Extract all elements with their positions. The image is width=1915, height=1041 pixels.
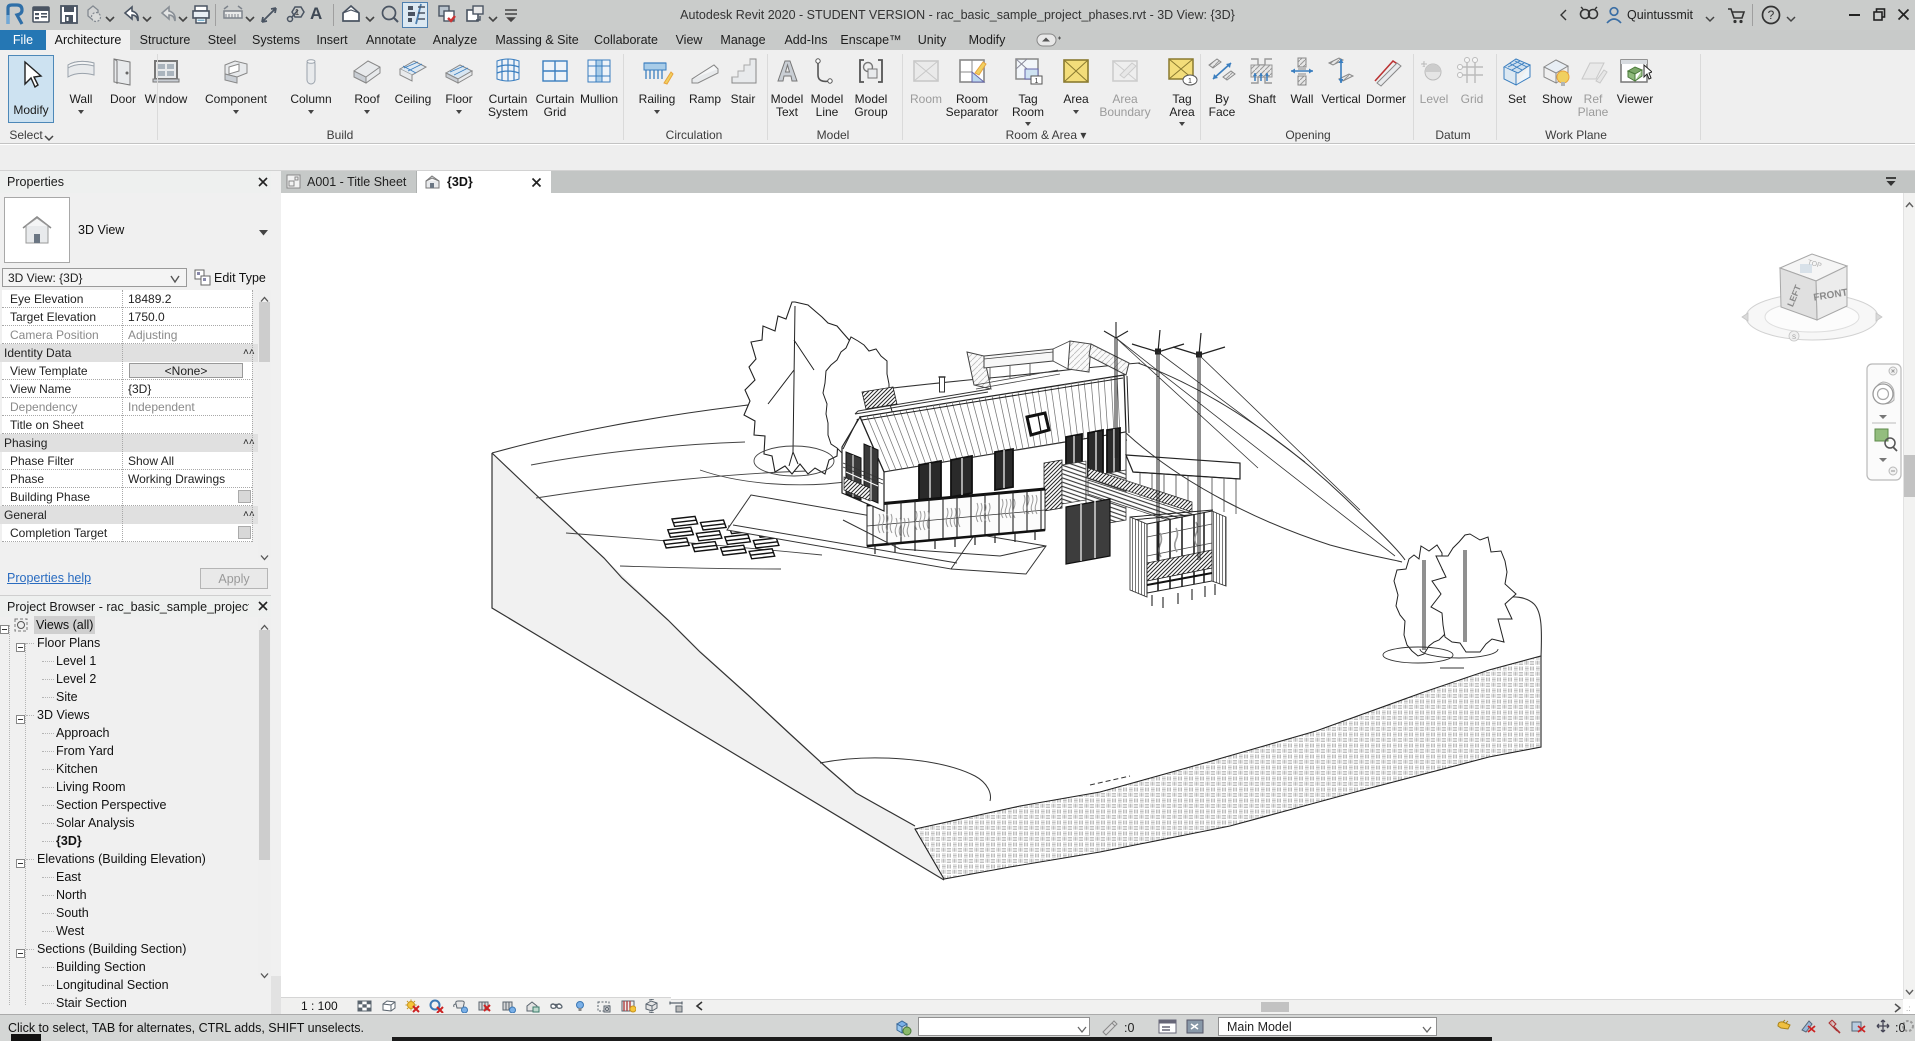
svg-text:1: 1 — [1188, 78, 1192, 85]
svg-text:1: 1 — [1035, 78, 1039, 85]
svg-text:S: S — [1792, 335, 1796, 341]
svg-text:?: ? — [1768, 8, 1775, 22]
